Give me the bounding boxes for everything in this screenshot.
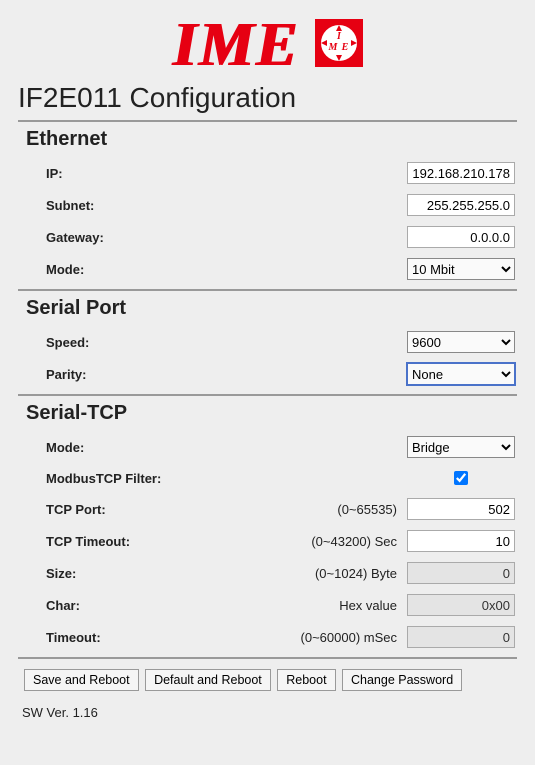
divider — [18, 657, 517, 659]
change-password-button[interactable]: Change Password — [342, 669, 462, 691]
hint-stcp-timeout: (0~60000) mSec — [196, 630, 405, 645]
hint-tcp-timeout: (0~43200) Sec — [196, 534, 405, 549]
input-subnet[interactable] — [407, 194, 515, 216]
label-subnet: Subnet: — [46, 198, 196, 213]
logo-header: IME I M E — [18, 14, 517, 76]
label-stcp-mode: Mode: — [46, 440, 196, 455]
label-stcp-timeout: Timeout: — [46, 630, 196, 645]
hint-char: Hex value — [196, 598, 405, 613]
label-tcp-timeout: TCP Timeout: — [46, 534, 196, 549]
page-title: IF2E011 Configuration — [18, 82, 517, 114]
input-char — [407, 594, 515, 616]
label-char: Char: — [46, 598, 196, 613]
row-subnet: Subnet: — [20, 189, 515, 221]
row-parity: Parity: None — [20, 358, 515, 390]
label-stcp-filter: ModbusTCP Filter: — [46, 471, 196, 486]
row-eth-mode: Mode: 10 Mbit — [20, 253, 515, 285]
group-ethernet: Ethernet IP: Subnet: Gateway: Mode: — [18, 128, 517, 285]
divider — [18, 120, 517, 122]
divider — [18, 289, 517, 291]
footer-version: SW Ver. 1.16 — [22, 705, 517, 720]
input-tcp-port[interactable] — [407, 498, 515, 520]
button-row: Save and Reboot Default and Reboot Reboo… — [24, 669, 517, 691]
input-stcp-timeout — [407, 626, 515, 648]
label-ip: IP: — [46, 166, 196, 181]
row-size: Size: (0~1024) Byte — [20, 557, 515, 589]
label-size: Size: — [46, 566, 196, 581]
select-speed[interactable]: 9600 — [407, 331, 515, 353]
row-stcp-mode: Mode: Bridge — [20, 431, 515, 463]
hint-size: (0~1024) Byte — [196, 566, 405, 581]
group-serialtcp: Serial-TCP Mode: Bridge ModbusTCP Filter… — [18, 402, 517, 653]
group-title-serialtcp: Serial-TCP — [26, 402, 515, 425]
label-parity: Parity: — [46, 367, 196, 382]
input-tcp-timeout[interactable] — [407, 530, 515, 552]
row-gateway: Gateway: — [20, 221, 515, 253]
hint-tcp-port: (0~65535) — [196, 502, 405, 517]
label-eth-mode: Mode: — [46, 262, 196, 277]
checkbox-stcp-filter[interactable] — [454, 471, 468, 485]
svg-text:M: M — [328, 42, 339, 53]
svg-text:E: E — [341, 42, 349, 53]
label-speed: Speed: — [46, 335, 196, 350]
input-gateway[interactable] — [407, 226, 515, 248]
row-speed: Speed: 9600 — [20, 326, 515, 358]
save-reboot-button[interactable]: Save and Reboot — [24, 669, 139, 691]
input-ip[interactable] — [407, 162, 515, 184]
select-parity[interactable]: None — [407, 363, 515, 385]
label-gateway: Gateway: — [46, 230, 196, 245]
label-tcp-port: TCP Port: — [46, 502, 196, 517]
reboot-button[interactable]: Reboot — [277, 669, 335, 691]
logo-text: IME — [172, 14, 299, 76]
row-char: Char: Hex value — [20, 589, 515, 621]
default-reboot-button[interactable]: Default and Reboot — [145, 669, 271, 691]
row-tcp-timeout: TCP Timeout: (0~43200) Sec — [20, 525, 515, 557]
row-stcp-filter: ModbusTCP Filter: — [20, 463, 515, 493]
select-stcp-mode[interactable]: Bridge — [407, 436, 515, 458]
group-title-serial: Serial Port — [26, 297, 515, 320]
row-tcp-port: TCP Port: (0~65535) — [20, 493, 515, 525]
input-size — [407, 562, 515, 584]
select-eth-mode[interactable]: 10 Mbit — [407, 258, 515, 280]
group-title-ethernet: Ethernet — [26, 128, 515, 151]
logo-badge-icon: I M E — [315, 19, 363, 72]
divider — [18, 394, 517, 396]
row-ip: IP: — [20, 157, 515, 189]
group-serial: Serial Port Speed: 9600 Parity: None — [18, 297, 517, 390]
row-stcp-timeout: Timeout: (0~60000) mSec — [20, 621, 515, 653]
